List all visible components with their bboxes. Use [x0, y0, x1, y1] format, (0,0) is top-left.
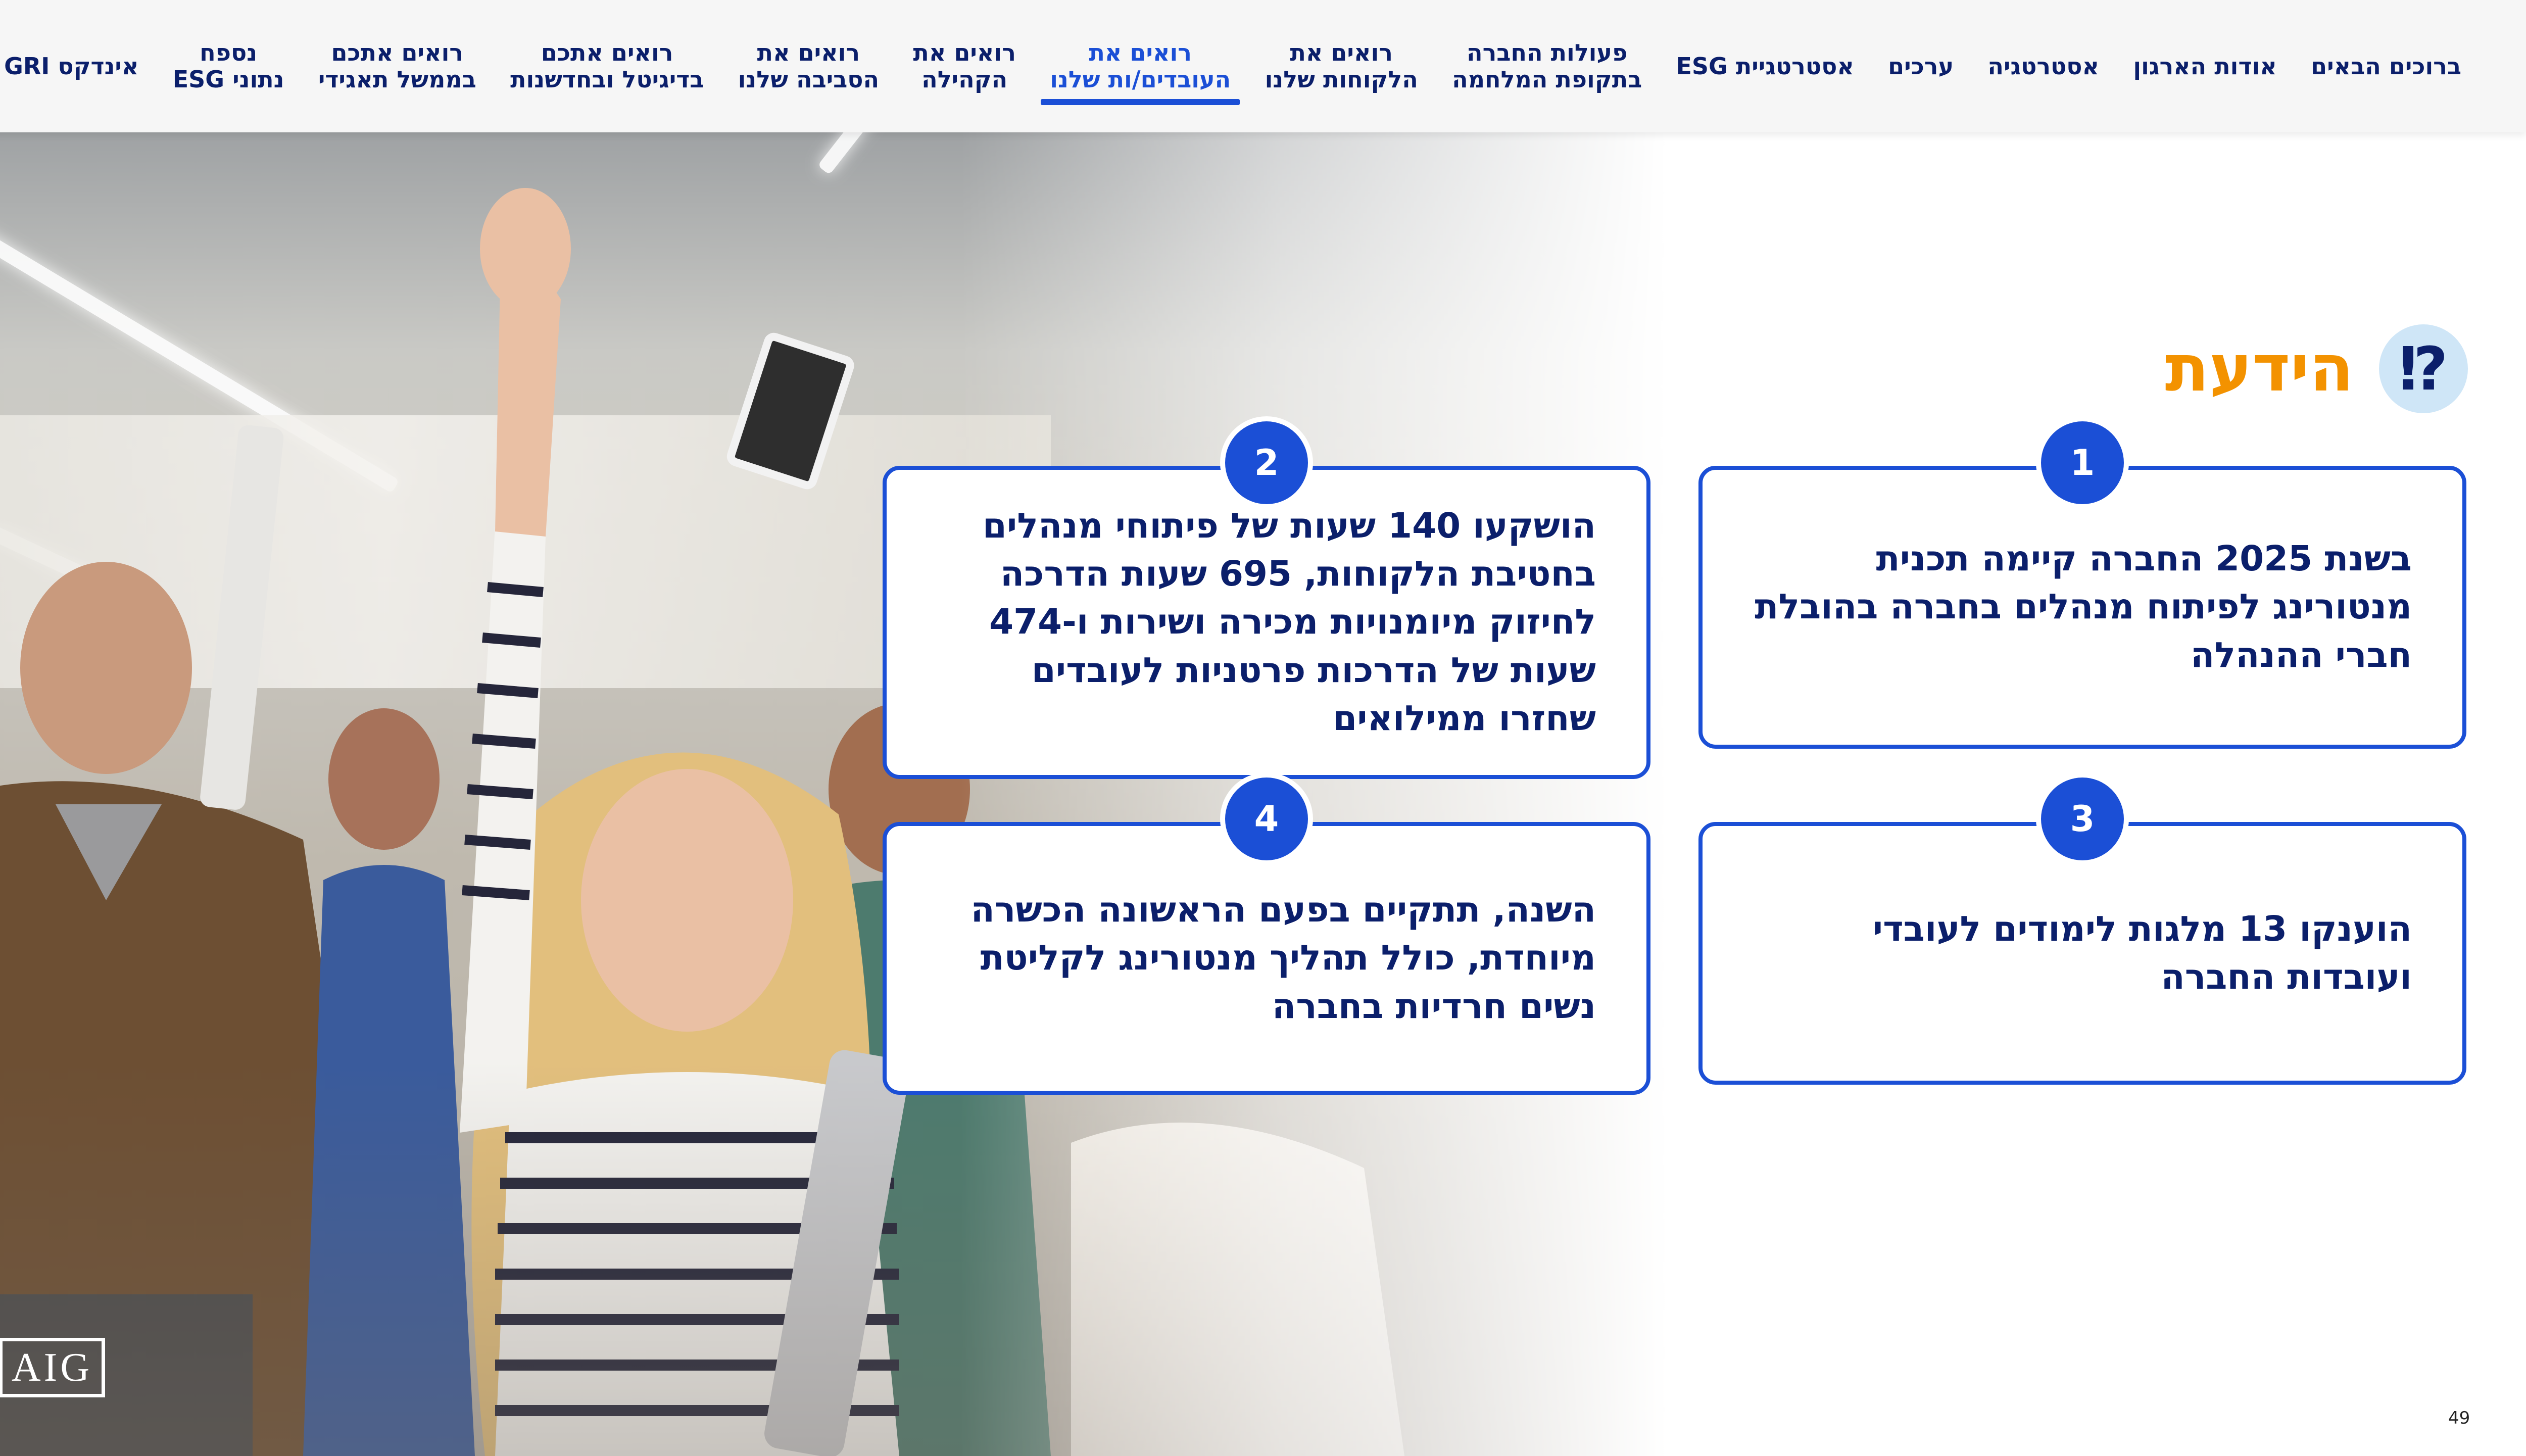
- hero-photo: [0, 132, 1667, 1456]
- nav-item-environment[interactable]: רואים את הסביבה שלנו: [729, 0, 888, 132]
- fact-card-4: 4 השנה, תתקיים בפעם הראשונה הכשרה מיוחדת…: [883, 778, 1650, 1095]
- section-title: הידעת: [2165, 331, 2354, 406]
- nav-item-esg-strategy[interactable]: אסטרטגיית ESG: [1667, 0, 1863, 132]
- fact-number-badge: 4: [1225, 778, 1308, 860]
- nav-item-customers[interactable]: רואים את הלקוחות שלנו: [1256, 0, 1427, 132]
- exclamation-question-icon: ⁉: [2379, 324, 2468, 413]
- nav-item-welcome[interactable]: ברוכים הבאים: [2302, 0, 2470, 132]
- rolled-paper: [200, 425, 284, 810]
- woman-fist: [480, 188, 571, 309]
- did-you-know-heading: ⁉ הידעת: [2165, 324, 2468, 413]
- nav-item-employees[interactable]: רואים את העובדים/ות שלנו: [1041, 0, 1240, 132]
- woman-face: [581, 769, 793, 1032]
- nav-item-digital[interactable]: רואים אתכם בדיגיטל ובחדשנות: [501, 0, 713, 132]
- nav-item-esg-appendix[interactable]: נספח נתוני ESG: [164, 0, 294, 132]
- tablet: [726, 332, 854, 490]
- nav-item-values[interactable]: ערכים: [1879, 0, 1963, 132]
- fact-text: השנה, תתקיים בפעם הראשונה הכשרה מיוחדת, …: [970, 890, 1596, 1027]
- nav-item-about[interactable]: אודות הארגון: [2124, 0, 2286, 132]
- page-number: 49: [2448, 1408, 2470, 1428]
- fact-text: הוענקו 13 מלגות לימודים לעובדי ועובדות ה…: [1872, 908, 2412, 997]
- fact-text: בשנת 2025 החברה קיימה תכנית מנטורינג לפי…: [1755, 539, 2412, 675]
- fact-number-badge: 1: [2041, 421, 2124, 504]
- report-page: ברוכים הבאים אודות הארגון אסטרטגיה ערכים…: [0, 0, 2526, 1456]
- photo-fade: [960, 132, 1667, 1456]
- fact-number-badge: 3: [2041, 778, 2124, 860]
- woman-forearm: [495, 274, 561, 537]
- nav-items: ברוכים הבאים אודות הארגון אסטרטגיה ערכים…: [0, 0, 2470, 132]
- man-face: [20, 562, 192, 774]
- fact-card-1: 1 בשנת 2025 החברה קיימה תכנית מנטורינג ל…: [1698, 421, 2466, 749]
- nav-item-governance[interactable]: רואים אתכם בממשל תאגידי: [309, 0, 485, 132]
- nav-item-gri-index[interactable]: אינדקס GRI: [0, 0, 148, 132]
- top-navigation: ברוכים הבאים אודות הארגון אסטרטגיה ערכים…: [0, 0, 2526, 132]
- nav-item-war-actions[interactable]: פעולות החברה בתקופת המלחמה: [1443, 0, 1651, 132]
- nav-item-community[interactable]: רואים את הקהילה: [904, 0, 1025, 132]
- fact-card-2: 2 הושקעו 140 שעות של פיתוחי מנהלים בחטיב…: [883, 421, 1650, 779]
- fact-card-3: 3 הוענקו 13 מלגות לימודים לעובדי ועובדות…: [1698, 778, 2466, 1085]
- fact-number-badge: 2: [1225, 421, 1308, 504]
- bg-person-face: [328, 708, 440, 850]
- fact-text: הושקעו 140 שעות של פיתוחי מנהלים בחטיבת …: [982, 505, 1596, 739]
- nav-item-strategy[interactable]: אסטרטגיה: [1978, 0, 2108, 132]
- aig-logo: AIG: [0, 1338, 105, 1397]
